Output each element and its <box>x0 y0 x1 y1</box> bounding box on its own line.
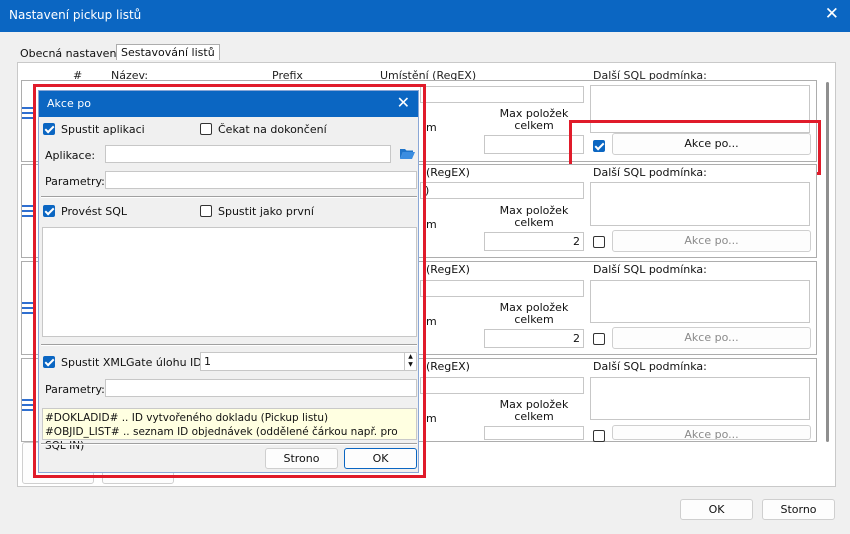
window-titlebar: Nastavení pickup listů ✕ <box>0 0 850 32</box>
max-items-input[interactable]: 2 <box>484 232 584 251</box>
location-label-peek: m <box>426 412 437 425</box>
max-items-input[interactable] <box>484 426 584 440</box>
cancel-button[interactable]: Storno <box>762 499 835 520</box>
tab-general[interactable]: Obecná nastavení <box>20 47 119 60</box>
extra-sql-label: Další SQL podmínka: <box>593 166 707 179</box>
action-after-button[interactable]: Akce po... <box>612 425 811 440</box>
location-input[interactable] <box>420 377 584 394</box>
max-items-label: Max položek celkem <box>499 398 569 423</box>
extra-sql-textarea[interactable] <box>590 280 810 323</box>
window-title: Nastavení pickup listů <box>9 8 142 22</box>
location-label-peek: (RegEX) <box>426 360 470 373</box>
location-input[interactable]: ) <box>420 182 584 199</box>
highlight-box-dialog <box>33 84 426 478</box>
location-input[interactable] <box>420 280 584 297</box>
extra-sql-textarea[interactable] <box>590 377 810 420</box>
location-label-peek: (RegEX) <box>426 166 470 179</box>
location-label-peek: m <box>426 315 437 328</box>
vertical-scrollbar[interactable] <box>826 82 829 442</box>
extra-sql-label: Další SQL podmínka: <box>593 360 707 373</box>
extra-sql-textarea[interactable] <box>590 182 810 226</box>
max-items-input[interactable]: 2 <box>484 329 584 348</box>
action-after-checkbox[interactable] <box>593 430 605 442</box>
action-after-checkbox[interactable] <box>593 236 605 248</box>
action-after-button[interactable]: Akce po... <box>612 230 811 252</box>
action-after-checkbox[interactable] <box>593 333 605 345</box>
location-label-peek: m <box>426 218 437 231</box>
tab-sheet-building[interactable]: Sestavování listů <box>116 44 220 60</box>
close-icon[interactable]: ✕ <box>825 4 839 24</box>
max-items-label: Max položek celkem <box>499 204 569 229</box>
location-label-peek: (RegEX) <box>426 263 470 276</box>
action-after-button[interactable]: Akce po... <box>612 327 811 349</box>
ok-button[interactable]: OK <box>680 499 753 520</box>
extra-sql-label: Další SQL podmínka: <box>593 263 707 276</box>
location-label-peek: m <box>426 121 437 134</box>
max-items-label: Max položek celkem <box>499 301 569 326</box>
location-input[interactable] <box>420 86 584 103</box>
